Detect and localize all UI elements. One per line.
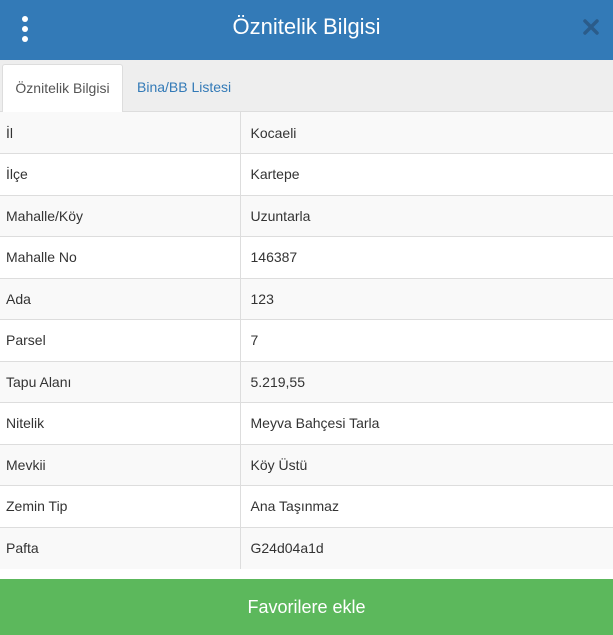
table-row: Mahalle No 146387 <box>0 236 613 278</box>
attribute-key: Ada <box>0 277 241 320</box>
add-to-favorites-button[interactable]: Favorilere ekle <box>0 579 613 635</box>
attribute-value: 5.219,55 <box>240 360 613 403</box>
attribute-value: Kartepe <box>240 153 613 195</box>
table-row: Parsel 7 <box>0 319 613 361</box>
attribute-key: İl <box>0 112 241 154</box>
table-row: İlçe Kartepe <box>0 153 613 195</box>
tab-bina-bb-listesi[interactable]: Bina/BB Listesi <box>137 64 231 111</box>
close-icon[interactable] <box>581 17 601 37</box>
attribute-key: Nitelik <box>0 402 241 444</box>
attribute-key: Tapu Alanı <box>0 360 241 403</box>
table-row: Mahalle/Köy Uzuntarla <box>0 194 613 237</box>
table-row: Tapu Alanı 5.219,55 <box>0 360 613 403</box>
attribute-value: Ana Taşınmaz <box>240 485 613 527</box>
attribute-value: Kocaeli <box>240 112 613 154</box>
attribute-value: Uzuntarla <box>240 194 613 237</box>
attribute-key: Pafta <box>0 526 241 569</box>
attribute-value: Meyva Bahçesi Tarla <box>240 402 613 444</box>
attribute-key: Mahalle/Köy <box>0 194 241 237</box>
attribute-value: Köy Üstü <box>240 443 613 486</box>
attribute-value: 123 <box>240 277 613 320</box>
table-row: Nitelik Meyva Bahçesi Tarla <box>0 402 613 444</box>
table-row: Ada 123 <box>0 277 613 320</box>
header-bar: Öznitelik Bilgisi <box>0 0 613 60</box>
attribute-value: G24d04a1d <box>240 526 613 569</box>
tab-oznitelik-bilgisi[interactable]: Öznitelik Bilgisi <box>2 64 123 113</box>
table-row: Mevkii Köy Üstü <box>0 443 613 486</box>
attribute-key: İlçe <box>0 153 241 195</box>
attribute-key: Mevkii <box>0 443 241 486</box>
attribute-value: 146387 <box>240 236 613 278</box>
attribute-value: 7 <box>240 319 613 361</box>
table-row: Zemin Tip Ana Taşınmaz <box>0 485 613 527</box>
table-row: Pafta G24d04a1d <box>0 526 613 569</box>
tab-bar: Öznitelik Bilgisi Bina/BB Listesi <box>0 60 613 113</box>
table-row: İl Kocaeli <box>0 112 613 154</box>
attribute-key: Zemin Tip <box>0 485 241 527</box>
attribute-table: İl Kocaeli İlçe Kartepe Mahalle/Köy Uzuntarla… <box>0 112 613 569</box>
attribute-key: Parsel <box>0 319 241 361</box>
attribute-key: Mahalle No <box>0 236 241 278</box>
page-title: Öznitelik Bilgisi <box>232 14 381 39</box>
